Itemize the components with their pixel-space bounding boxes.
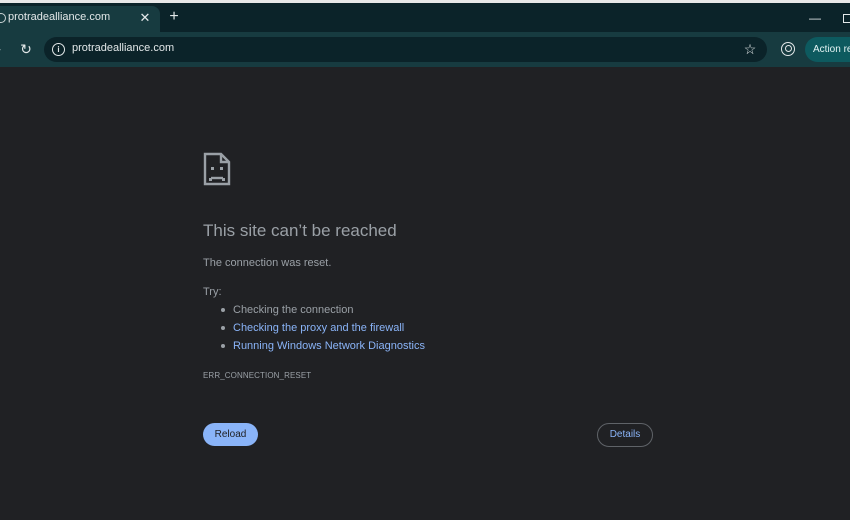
suggestion-item: Checking the proxy and the firewall [203, 321, 425, 339]
globe-icon [0, 13, 6, 23]
error-description: The connection was reset. [203, 257, 332, 269]
profile-icon[interactable] [781, 42, 795, 56]
sad-document-icon [203, 152, 231, 186]
star-icon[interactable]: ☆ [743, 40, 757, 58]
action-button[interactable]: Action re [805, 37, 850, 62]
tab-active[interactable]: protradealliance.com ✕ [0, 6, 160, 32]
suggestion-item: Running Windows Network Diagnostics [203, 339, 425, 357]
suggestion-list: Checking the connection Checking the pro… [203, 303, 425, 357]
suggestion-check-connection: Checking the connection [233, 304, 354, 316]
suggestion-item: Checking the connection [203, 303, 425, 321]
tab-strip: protradealliance.com ✕ + — [0, 3, 850, 32]
try-label: Try: [203, 286, 222, 298]
toolbar: › ↻ i protradealliance.com ☆ Action re [0, 32, 850, 67]
details-button[interactable]: Details [597, 423, 653, 447]
minimize-button[interactable]: — [808, 9, 822, 27]
new-tab-button[interactable]: + [166, 8, 182, 28]
suggestion-link-proxy-firewall[interactable]: Checking the proxy and the firewall [233, 322, 404, 334]
url-text[interactable]: protradealliance.com [72, 42, 174, 54]
info-icon[interactable]: i [52, 43, 65, 56]
tab-title: protradealliance.com [8, 11, 111, 23]
error-headline: This site can’t be reached [203, 221, 397, 240]
error-page: This site can’t be reached The connectio… [0, 67, 850, 520]
suggestion-link-network-diagnostics[interactable]: Running Windows Network Diagnostics [233, 340, 425, 352]
forward-icon[interactable]: › [0, 39, 7, 59]
maximize-button[interactable] [843, 14, 850, 23]
error-code: ERR_CONNECTION_RESET [203, 371, 312, 380]
reload-icon[interactable]: ↻ [18, 39, 34, 59]
close-icon[interactable]: ✕ [138, 8, 152, 28]
address-bar[interactable]: i protradealliance.com ☆ [44, 37, 767, 62]
reload-button[interactable]: Reload [203, 423, 258, 446]
